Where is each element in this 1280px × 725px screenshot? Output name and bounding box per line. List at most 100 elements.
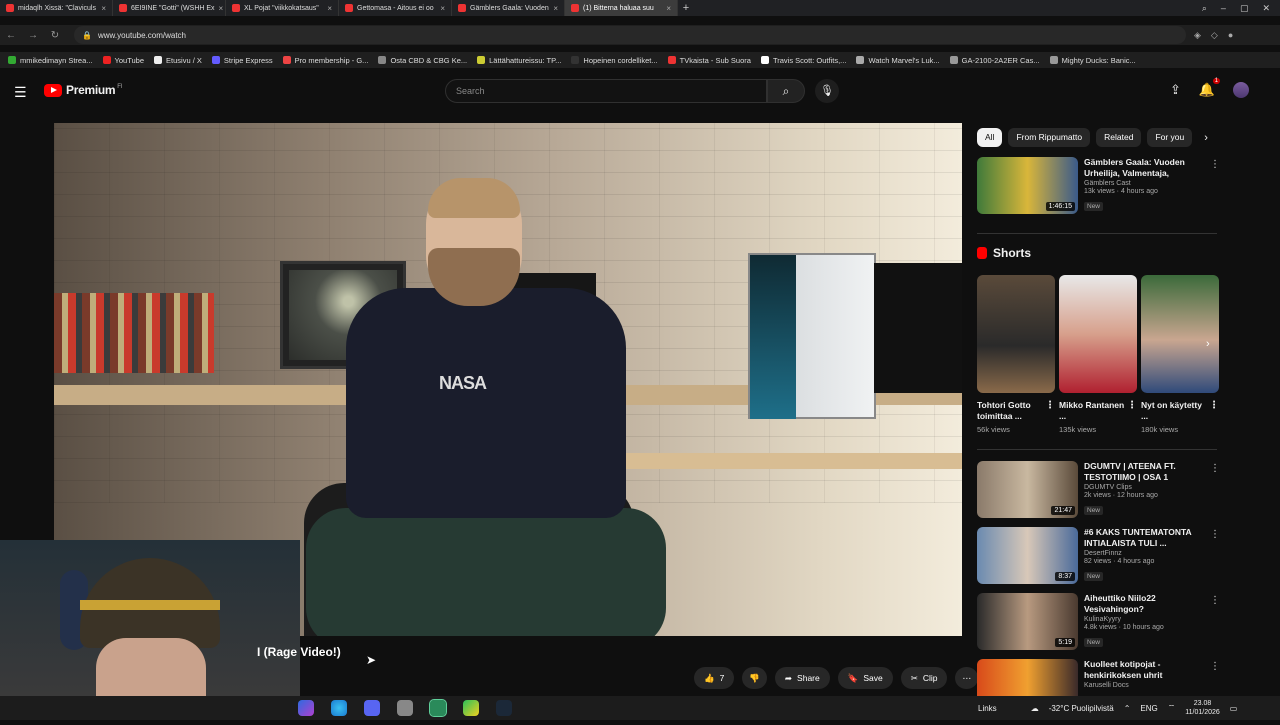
close-tab-icon[interactable]: × — [666, 4, 671, 13]
video-thumbnail[interactable]: 21:47 — [977, 461, 1078, 518]
more-actions-button[interactable]: ⋯ — [955, 667, 978, 689]
reload-icon[interactable]: ↻ — [44, 30, 66, 41]
video-title[interactable]: #6 KAKS TUNTEMATONTA INTIALAISTA TULI ..… — [1084, 527, 1222, 548]
bookmark-item[interactable]: mmikedimayn Strea... — [8, 56, 93, 65]
bookmark-item[interactable]: Watch Marvel's Luk... — [856, 56, 940, 65]
dislike-button[interactable]: 👎 — [742, 667, 767, 689]
short-title[interactable]: Tohtori Gotto toimittaa ... — [977, 400, 1031, 421]
browser-tab[interactable]: Gämblers Gaala: Vuoden × — [452, 0, 565, 16]
close-window-icon[interactable]: ✕ — [1262, 3, 1270, 14]
short-item[interactable]: Nyt on käytetty ... ⋮ 180k views — [1141, 275, 1219, 434]
video-title[interactable]: Gämblers Gaala: Vuoden Urheilija, Valmen… — [1084, 157, 1222, 178]
clock[interactable]: 23.08 11/01/2026 — [1185, 699, 1220, 717]
recommended-video[interactable]: 1:46:15 Gämblers Gaala: Vuoden Urheilija… — [977, 157, 1222, 215]
bookmark-item[interactable]: Osta CBD & CBG Ke... — [378, 56, 467, 65]
more-options-icon[interactable]: ⋮ — [1210, 595, 1220, 606]
browser-tab[interactable]: 6EI9INE "Gotti" (WSHH Ex × — [113, 0, 226, 16]
new-tab-button[interactable]: + — [678, 2, 694, 14]
video-title[interactable]: Aiheuttiko Niilo22 Vesivahingon? — [1084, 593, 1222, 614]
bookmark-item[interactable]: TVkaista - Sub Suora — [667, 56, 751, 65]
close-tab-icon[interactable]: × — [101, 4, 106, 13]
youtube-logo[interactable]: Premium FI — [44, 83, 123, 97]
forward-icon[interactable]: → — [22, 30, 44, 41]
short-item[interactable]: Mikko Rantanen ... ⋮ 135k views — [1059, 275, 1137, 434]
more-options-icon[interactable]: ⋮ — [1210, 463, 1220, 474]
video-title[interactable]: DGUMTV | ATEENA FT. TESTOTIIMO | OSA 1 — [1084, 461, 1222, 482]
bookmark-item[interactable]: Lättähattureissu: TP... — [477, 56, 561, 65]
short-thumbnail[interactable] — [977, 275, 1055, 393]
more-options-icon[interactable]: ⋮ — [1045, 400, 1055, 411]
streaming-app-icon[interactable] — [429, 699, 447, 717]
network-icon[interactable]: ⌔ — [1168, 703, 1176, 713]
search-button[interactable]: ⌕ — [767, 79, 805, 103]
video-title[interactable]: Kuolleet kotipojat - henkirikoksen uhrit — [1084, 659, 1222, 680]
maximize-icon[interactable]: ▢ — [1240, 3, 1249, 14]
browser-tab[interactable]: midaqlh Xissä: "Claviculs × — [0, 0, 113, 16]
clip-button[interactable]: ✂ Clip — [900, 667, 948, 689]
more-options-icon[interactable]: ⋮ — [1210, 529, 1220, 540]
tray-overflow-icon[interactable]: ⌃ — [1124, 704, 1131, 713]
share-button[interactable]: ➦ Share — [774, 667, 830, 689]
url-input[interactable]: 🔒 www.youtube.com/watch — [74, 26, 1186, 44]
links-toolbar[interactable]: Links — [978, 704, 997, 713]
close-tab-icon[interactable]: × — [553, 4, 558, 13]
extension-icon[interactable]: ◈ — [1194, 30, 1201, 41]
filter-chip[interactable]: For you — [1147, 128, 1193, 147]
extension-icon[interactable]: ◇ — [1211, 30, 1218, 41]
save-button[interactable]: 🔖 Save — [837, 667, 893, 689]
chips-next-chevron-icon[interactable]: › — [1204, 132, 1208, 144]
hamburger-menu-icon[interactable]: ☰ — [14, 84, 27, 101]
browser-tab[interactable]: (1) Bitterna haluaa suu × — [565, 0, 678, 16]
bookmark-item[interactable]: Pro membership - G... — [282, 56, 368, 65]
video-thumbnail[interactable]: 5:19 — [977, 593, 1078, 650]
close-tab-icon[interactable]: × — [327, 4, 332, 13]
video-thumbnail[interactable]: 1:46:15 — [977, 157, 1078, 214]
search-input[interactable]: Search — [445, 79, 767, 103]
bookmark-item[interactable]: Stripe Express — [211, 56, 273, 65]
close-tab-icon[interactable]: × — [219, 4, 224, 13]
bookmark-item[interactable]: GA-2100-2A2ER Cas... — [949, 56, 1040, 65]
video-thumbnail[interactable]: 8:37 — [977, 527, 1078, 584]
create-upload-icon[interactable]: ⇪ — [1170, 82, 1181, 98]
short-title[interactable]: Nyt on käytetty ... — [1141, 400, 1202, 421]
channel-name[interactable]: DesertFinnz — [1084, 550, 1222, 557]
media-app-icon[interactable] — [463, 700, 479, 716]
close-tab-icon[interactable]: × — [440, 4, 445, 13]
filter-chip[interactable]: From Rippumatto — [1008, 128, 1091, 147]
bookmark-item[interactable]: Hopeinen cordelliket... — [571, 56, 658, 65]
steam-icon[interactable] — [496, 700, 512, 716]
search-tabs-icon[interactable]: ⌕ — [1202, 3, 1207, 14]
short-item[interactable]: Tohtori Gotto toimittaa ... ⋮ 56k views — [977, 275, 1055, 434]
short-title[interactable]: Mikko Rantanen ... — [1059, 400, 1124, 421]
bookmark-item[interactable]: Travis Scott: Outfits,... — [760, 56, 846, 65]
like-button[interactable]: 👍 7 — [694, 667, 735, 689]
channel-name[interactable]: Gämblers Cast — [1084, 180, 1222, 187]
filter-chip[interactable]: Related — [1096, 128, 1142, 147]
notifications-bell-icon[interactable]: 🔔 1 — [1199, 78, 1221, 98]
filter-chip[interactable]: All — [977, 128, 1003, 147]
browser-tab[interactable]: Gettomasa - Aitous ei oo × — [339, 0, 452, 16]
more-options-icon[interactable]: ⋮ — [1210, 661, 1220, 672]
more-options-icon[interactable]: ⋮ — [1127, 400, 1137, 411]
browser-tab[interactable]: XL Pojat "viikkokatsaus" × — [226, 0, 339, 16]
more-options-icon[interactable]: ⋮ — [1209, 400, 1219, 411]
channel-name[interactable]: Karuselli Docs — [1084, 682, 1222, 689]
edge-browser-icon[interactable] — [331, 700, 347, 716]
bookmark-item[interactable]: Etusivu / X — [154, 56, 202, 65]
profile-icon[interactable]: ● — [1228, 30, 1233, 41]
shorts-next-chevron-icon[interactable]: › — [1206, 338, 1210, 350]
weather-text[interactable]: -32°C Puolipilvistä — [1049, 704, 1114, 713]
account-avatar[interactable] — [1233, 82, 1250, 98]
security-shield-icon[interactable] — [397, 700, 413, 716]
more-options-icon[interactable]: ⋮ — [1210, 159, 1220, 170]
short-thumbnail[interactable] — [1059, 275, 1137, 393]
bookmark-item[interactable]: YouTube — [102, 56, 144, 65]
copilot-icon[interactable] — [298, 700, 314, 716]
bookmark-item[interactable]: Mighty Ducks: Banic... — [1049, 56, 1136, 65]
channel-name[interactable]: KulinaKyyry — [1084, 616, 1222, 623]
back-icon[interactable]: ← — [0, 30, 22, 41]
recommended-video[interactable]: 5:19 Aiheuttiko Niilo22 Vesivahingon? Kuli… — [977, 593, 1222, 651]
minimize-icon[interactable]: – — [1221, 3, 1226, 14]
voice-search-button[interactable]: 🎙 — [815, 79, 839, 103]
channel-name[interactable]: DGUMTV Clips — [1084, 484, 1222, 491]
